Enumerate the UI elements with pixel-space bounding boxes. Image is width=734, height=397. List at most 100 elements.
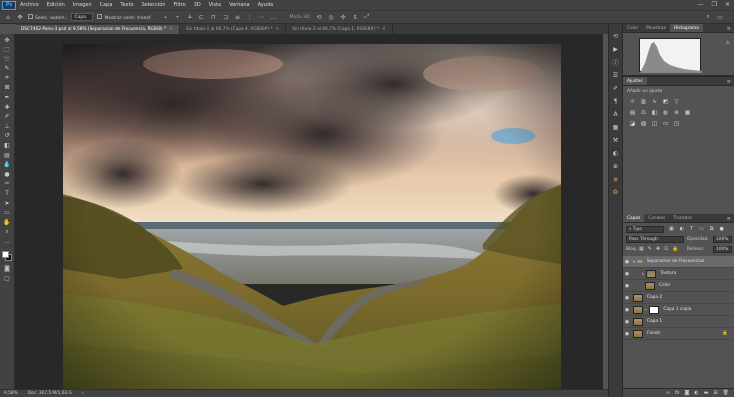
panel-menu-icon[interactable]: ≡ bbox=[727, 26, 734, 32]
brushes-icon[interactable]: ✐ bbox=[611, 84, 620, 93]
brush-tool-icon[interactable]: ✐ bbox=[2, 113, 12, 121]
color-lookup-icon[interactable]: ▦ bbox=[684, 109, 691, 116]
gradient-tool-icon[interactable]: ▤ bbox=[2, 151, 12, 159]
character-icon[interactable]: A bbox=[611, 110, 620, 119]
tab-channels[interactable]: Canales bbox=[644, 214, 669, 222]
maximize-button[interactable]: ❐ bbox=[712, 1, 717, 8]
color-swatches[interactable] bbox=[1, 249, 13, 263]
tab-color[interactable]: Color bbox=[623, 24, 642, 32]
pen-tool-icon[interactable]: ✑ bbox=[2, 180, 12, 188]
clone-stamp-tool-icon[interactable]: ⊥ bbox=[2, 122, 12, 130]
3d-roll-icon[interactable]: ◎ bbox=[327, 13, 335, 21]
eye-icon[interactable]: ◉ bbox=[623, 295, 631, 301]
menu-seleccion[interactable]: Selección bbox=[138, 2, 170, 8]
rectangle-tool-icon[interactable]: ▭ bbox=[2, 209, 12, 217]
eraser-tool-icon[interactable]: ◧ bbox=[2, 142, 12, 150]
foreground-color-swatch[interactable] bbox=[2, 251, 9, 259]
menu-edicion[interactable]: Edición bbox=[43, 2, 69, 8]
menu-ayuda[interactable]: Ayuda bbox=[254, 2, 277, 8]
chevron-down-icon[interactable]: ▾ bbox=[633, 259, 635, 264]
type-tool-icon[interactable]: T bbox=[2, 190, 12, 198]
lock-transparency-icon[interactable]: ▦ bbox=[639, 246, 644, 252]
eye-icon[interactable]: ◉ bbox=[623, 259, 631, 265]
home-icon[interactable]: ⌂ bbox=[4, 13, 12, 21]
fx-icon[interactable]: fx bbox=[675, 390, 680, 396]
link-layers-icon[interactable]: ∞ bbox=[666, 390, 670, 396]
lock-position-icon[interactable]: ✥ bbox=[656, 246, 660, 252]
distribute-2-icon[interactable]: ⋮ bbox=[245, 13, 253, 21]
black-white-icon[interactable]: ◧ bbox=[651, 109, 658, 116]
close-icon[interactable]: ✕ bbox=[276, 27, 280, 32]
layer-row-fondo[interactable]: ◉ Fondo 🔒 bbox=[623, 328, 734, 340]
tab-paths[interactable]: Trazados bbox=[669, 214, 696, 222]
3d-pan-icon[interactable]: ✣ bbox=[339, 13, 347, 21]
tool-presets-icon[interactable]: ⚒ bbox=[611, 136, 620, 145]
more-tools-icon[interactable]: … bbox=[2, 237, 12, 245]
document-image[interactable] bbox=[63, 44, 561, 389]
libraries-icon[interactable]: ▦ bbox=[611, 123, 620, 132]
lock-pixels-icon[interactable]: ✎ bbox=[648, 246, 652, 252]
close-button[interactable]: ✕ bbox=[725, 1, 730, 8]
tab-histogram[interactable]: Histograma bbox=[669, 24, 703, 32]
menu-filtro[interactable]: Filtro bbox=[169, 2, 189, 8]
info-icon[interactable]: ⓘ bbox=[611, 58, 620, 67]
channel-mixer-icon[interactable]: ⊛ bbox=[673, 109, 680, 116]
curves-icon[interactable]: ∿ bbox=[651, 98, 658, 105]
levels-icon[interactable]: ▥ bbox=[640, 98, 647, 105]
menu-archivo[interactable]: Archivo bbox=[16, 2, 43, 8]
filter-smart-icon[interactable]: ⧉ bbox=[710, 226, 714, 232]
clone-source-icon[interactable]: ⊕ bbox=[611, 162, 620, 171]
eye-icon[interactable]: ◉ bbox=[623, 307, 631, 313]
3d-slide-icon[interactable]: ⇕ bbox=[351, 13, 359, 21]
eye-icon[interactable]: ◉ bbox=[623, 331, 631, 337]
menu-3d[interactable]: 3D bbox=[190, 2, 205, 8]
layer-row-group[interactable]: ◉ ▾ ▬ Separacion de Frecuencias bbox=[623, 256, 734, 268]
adjustment-layer-icon[interactable]: ◐ bbox=[694, 390, 698, 396]
align-center-icon[interactable]: ⊓ bbox=[209, 13, 217, 21]
eyedropper-tool-icon[interactable]: ✒ bbox=[2, 94, 12, 102]
actions-icon[interactable]: ▶ bbox=[611, 45, 620, 54]
distribute-icon[interactable]: ≡ bbox=[233, 13, 241, 21]
filter-pixel-icon[interactable]: ▣ bbox=[669, 226, 674, 232]
tab-layers[interactable]: Capas bbox=[623, 214, 645, 222]
fill-input[interactable]: 100% bbox=[713, 246, 732, 253]
panel-menu-icon[interactable]: ≡ bbox=[727, 216, 734, 222]
posterize-icon[interactable]: ▨ bbox=[640, 120, 647, 127]
filter-toggle-icon[interactable]: ● bbox=[719, 226, 723, 232]
menu-vista[interactable]: Vista bbox=[205, 2, 225, 8]
nik-plugin-icon[interactable]: ◉ bbox=[611, 175, 620, 184]
workspace-icon[interactable]: ▭ bbox=[716, 13, 724, 21]
marquee-tool-icon[interactable]: ⬚ bbox=[2, 46, 12, 54]
blend-mode-dropdown[interactable]: Pass Through bbox=[626, 236, 684, 243]
eye-icon[interactable]: ◉ bbox=[623, 319, 631, 325]
panel-menu-icon[interactable]: ≡ bbox=[727, 79, 734, 85]
filter-type-icon[interactable]: T bbox=[690, 226, 693, 232]
3d-scale-icon[interactable]: ⤢ bbox=[363, 13, 371, 21]
zoom-tool-icon[interactable]: ⌕ bbox=[2, 228, 12, 236]
tab-document-3[interactable]: Sin título-2 al 66,7% (Capa 1, RGB/8#) *… bbox=[286, 25, 393, 34]
brightness-contrast-icon[interactable]: ☼ bbox=[629, 98, 636, 105]
vibrance-icon[interactable]: ▽ bbox=[673, 98, 680, 105]
filter-adjustment-icon[interactable]: ◐ bbox=[680, 226, 684, 232]
layer-row-capa-1-copia[interactable]: ◉ ∞ Capa 1 copia bbox=[623, 304, 734, 316]
status-arrow-icon[interactable]: › bbox=[82, 391, 84, 396]
menu-ventana[interactable]: Ventana bbox=[225, 2, 254, 8]
align-left-icon[interactable]: ⊏ bbox=[197, 13, 205, 21]
quick-mask-icon[interactable]: ◙ bbox=[2, 265, 12, 273]
document-info[interactable]: Doc: 367,5 M/1,63 G bbox=[28, 391, 72, 396]
gradient-map-icon[interactable]: ▭ bbox=[662, 120, 669, 127]
auto-select-checkbox[interactable]: Selec. autom.: bbox=[28, 13, 67, 21]
align-bottom-icon[interactable]: ⫡ bbox=[185, 13, 193, 21]
distribute-3-icon[interactable]: ⋯ bbox=[257, 13, 265, 21]
tab-document-1[interactable]: DSC7462-Pano-3.psd al 9,58% (Separacion … bbox=[15, 25, 180, 34]
transform-controls-checkbox[interactable]: Mostrar contr. transf. bbox=[97, 13, 151, 21]
lock-artboard-icon[interactable]: ⊡ bbox=[664, 246, 668, 252]
add-mask-icon[interactable]: ◙ bbox=[684, 390, 689, 396]
layer-row-capa-1[interactable]: ◉ Capa 1 bbox=[623, 316, 734, 328]
quick-select-tool-icon[interactable]: ✎ bbox=[2, 65, 12, 73]
menu-imagen[interactable]: Imagen bbox=[69, 2, 96, 8]
plugin-icon[interactable]: ❂ bbox=[611, 188, 620, 197]
healing-brush-tool-icon[interactable]: ✚ bbox=[2, 103, 12, 111]
layer-mask-thumbnail[interactable] bbox=[649, 305, 660, 314]
blur-tool-icon[interactable]: 💧 bbox=[2, 161, 12, 169]
